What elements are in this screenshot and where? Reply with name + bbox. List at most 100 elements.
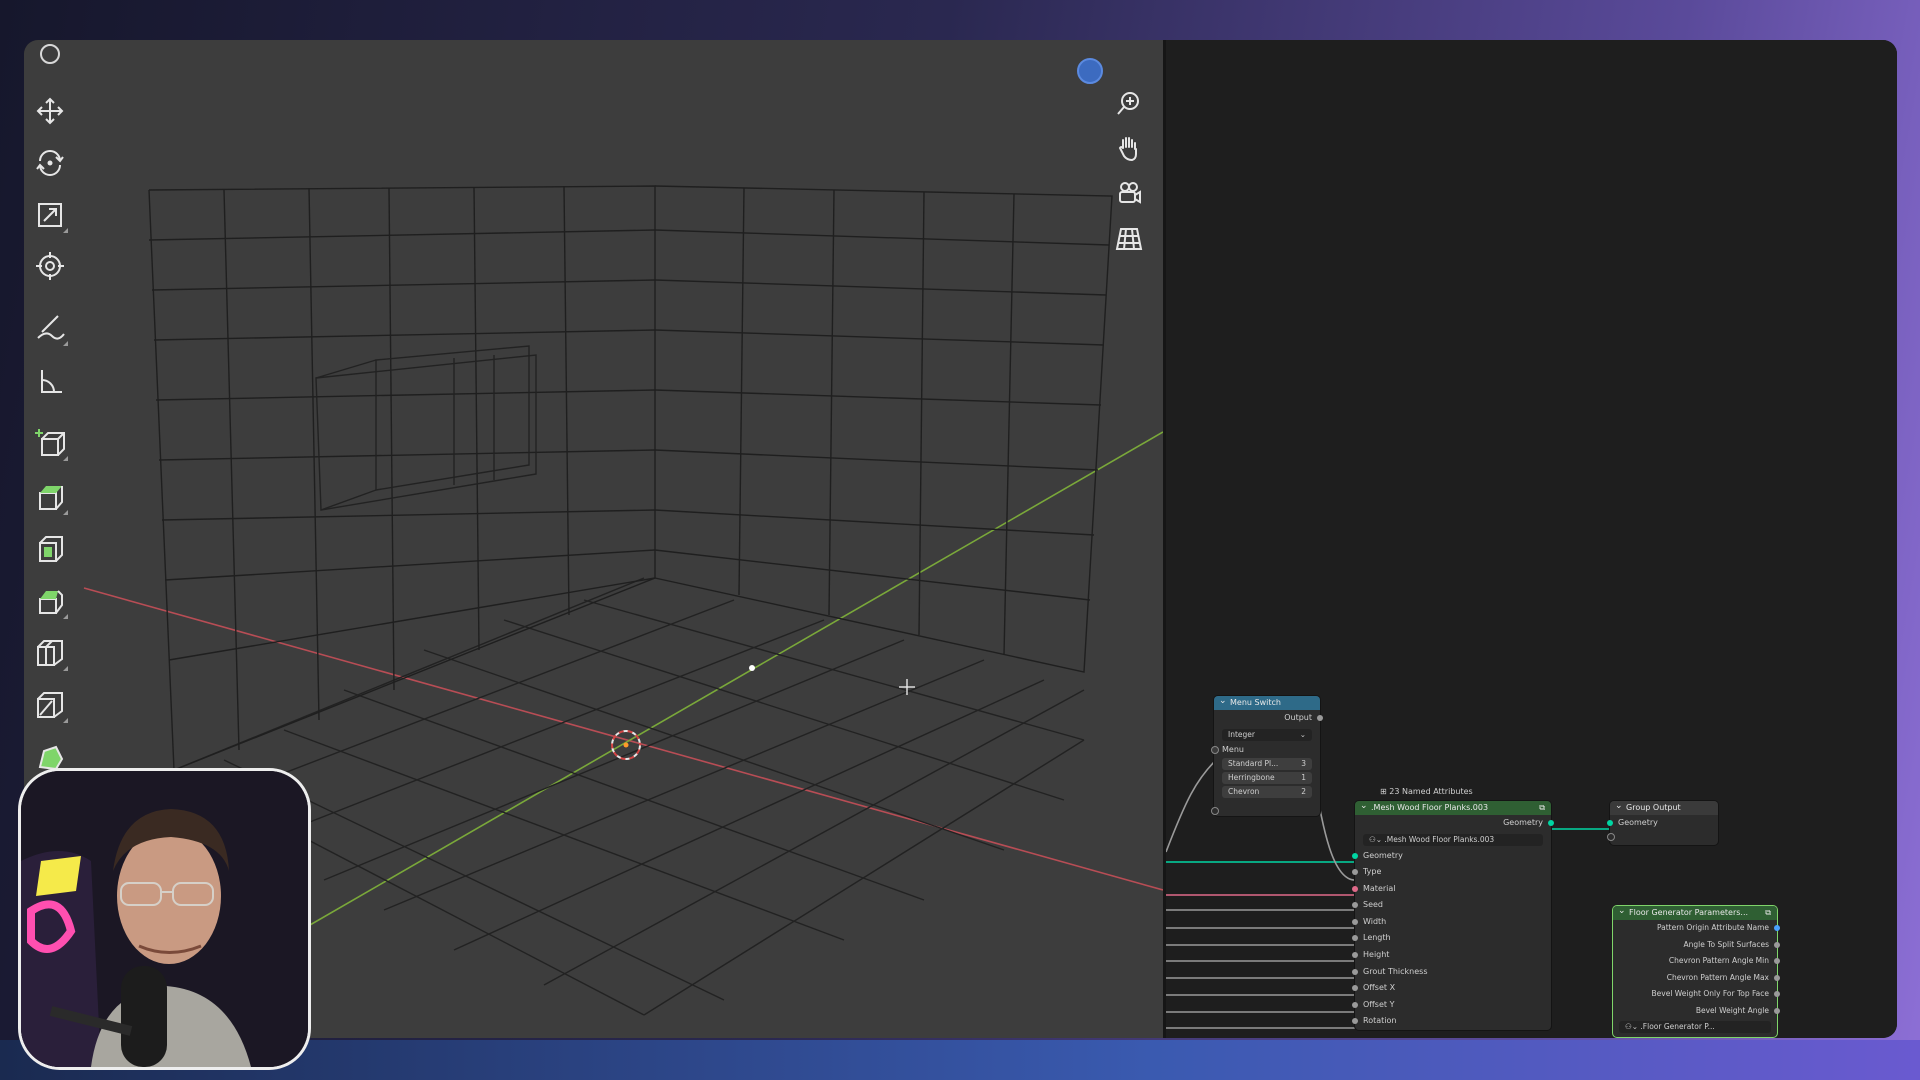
geometry-output-socket[interactable] bbox=[1548, 820, 1554, 826]
node-header[interactable]: Floor Generator Parameters... ⧉ bbox=[1613, 904, 1777, 920]
menu-switch-node[interactable]: Menu Switch Output Integer ⌄ Menu Standa… bbox=[1211, 694, 1323, 816]
parameter-output-socket[interactable] bbox=[1774, 958, 1780, 964]
rotate-tool[interactable] bbox=[30, 143, 70, 183]
parameter-output-list: Pattern Origin Attribute Name Angle To Sp… bbox=[1613, 920, 1780, 1020]
add-cube-tool[interactable] bbox=[30, 423, 70, 463]
bevel-tool[interactable] bbox=[30, 581, 70, 621]
menu-item-value: 2 bbox=[1301, 786, 1306, 796]
node-header[interactable]: .Mesh Wood Floor Planks.003 ⧉ bbox=[1355, 799, 1551, 815]
inset-tool[interactable] bbox=[30, 529, 70, 569]
input-label: Length bbox=[1363, 933, 1391, 943]
scale-tool[interactable] bbox=[30, 195, 70, 235]
parameter-output-socket[interactable] bbox=[1774, 1007, 1780, 1014]
geometry-node-editor[interactable]: Menu Switch Output Integer ⌄ Menu Standa… bbox=[1166, 40, 1897, 1038]
move-tool[interactable] bbox=[30, 91, 70, 131]
geometry-input-socket[interactable] bbox=[1607, 820, 1613, 826]
node-group-selector[interactable]: ⚇⌄ .Mesh Wood Floor Planks.003 bbox=[1363, 833, 1543, 846]
select-tool[interactable] bbox=[30, 40, 70, 80]
node-input-row: Geometry bbox=[1352, 848, 1551, 865]
input-label: Seed bbox=[1363, 900, 1383, 910]
perspective-toggle[interactable] bbox=[1110, 220, 1148, 258]
node-tree-icon: ⚇⌄ bbox=[1625, 1022, 1639, 1031]
zoom-icon bbox=[1117, 92, 1139, 115]
empty-socket[interactable] bbox=[1211, 806, 1219, 815]
menu-items-list: Standard Pl... 3 Herringbone 1 Chevron 2 bbox=[1214, 757, 1320, 804]
node-title: .Mesh Wood Floor Planks.003 bbox=[1371, 803, 1489, 812]
input-socket[interactable] bbox=[1352, 1001, 1358, 1008]
input-socket[interactable] bbox=[1352, 985, 1358, 992]
input-label: Geometry bbox=[1363, 850, 1403, 860]
named-attributes-label[interactable]: ⊞ 23 Named Attributes bbox=[1380, 787, 1473, 796]
parameter-output-row: Pattern Origin Attribute Name bbox=[1613, 920, 1780, 937]
input-socket[interactable] bbox=[1352, 968, 1358, 975]
menu-input-row: Menu bbox=[1211, 743, 1320, 756]
measure-tool[interactable] bbox=[30, 362, 70, 402]
add-cube-icon bbox=[35, 429, 65, 456]
extrude-tool[interactable] bbox=[30, 477, 70, 517]
type-dropdown[interactable]: Integer ⌄ bbox=[1222, 728, 1312, 741]
transform-tool[interactable] bbox=[30, 246, 70, 286]
menu-item-field[interactable]: Standard Pl... 3 bbox=[1222, 757, 1312, 770]
tool-submenu-indicator bbox=[63, 510, 68, 515]
input-socket[interactable] bbox=[1352, 918, 1358, 925]
output-socket-label: Output bbox=[1214, 710, 1323, 727]
output-socket[interactable] bbox=[1317, 715, 1323, 721]
parameter-output-socket[interactable] bbox=[1774, 991, 1780, 997]
input-socket[interactable] bbox=[1352, 935, 1358, 942]
parameter-output-socket[interactable] bbox=[1774, 925, 1780, 931]
annotate-tool[interactable] bbox=[30, 308, 70, 348]
parameter-output-socket[interactable] bbox=[1774, 941, 1780, 948]
menu-item-value: 3 bbox=[1301, 758, 1306, 768]
tool-submenu-indicator bbox=[63, 228, 68, 233]
input-label: Type bbox=[1363, 867, 1382, 877]
node-input-row: Length bbox=[1352, 930, 1551, 947]
node-header[interactable]: Menu Switch bbox=[1214, 694, 1320, 710]
node-header[interactable]: Group Output bbox=[1610, 799, 1718, 815]
menu-item-label: Herringbone bbox=[1228, 772, 1275, 782]
input-socket[interactable] bbox=[1352, 902, 1358, 909]
knife-tool[interactable] bbox=[30, 685, 70, 725]
loop-cut-tool[interactable] bbox=[30, 633, 70, 673]
node-input-row: Type bbox=[1352, 864, 1551, 881]
menu-socket[interactable] bbox=[1211, 745, 1219, 754]
parameter-output-row: Bevel Weight Angle bbox=[1613, 1003, 1780, 1020]
extrude-icon bbox=[39, 486, 63, 510]
input-socket[interactable] bbox=[1352, 952, 1358, 959]
menu-item-field[interactable]: Chevron 2 bbox=[1222, 785, 1312, 798]
floor-parameters-node[interactable]: Floor Generator Parameters... ⧉ Pattern … bbox=[1613, 904, 1780, 1037]
loop-cut-icon bbox=[37, 640, 63, 666]
origin-point bbox=[749, 665, 755, 671]
wall-grid bbox=[148, 185, 1113, 772]
zoom-button[interactable] bbox=[1110, 84, 1148, 122]
measure-icon bbox=[41, 370, 62, 393]
camera-view-button[interactable] bbox=[1110, 174, 1148, 212]
annotate-icon bbox=[37, 315, 65, 340]
node-group-icon: ⧉ bbox=[1539, 803, 1545, 812]
empty-socket[interactable] bbox=[1607, 832, 1615, 841]
output-label: Output bbox=[1284, 713, 1312, 722]
move-icon bbox=[36, 97, 64, 125]
extra-socket-row bbox=[1211, 804, 1320, 816]
input-socket[interactable] bbox=[1352, 852, 1358, 859]
input-socket[interactable] bbox=[1352, 1018, 1358, 1025]
node-input-row: Grout Thickness bbox=[1352, 964, 1551, 981]
view-axis-dot[interactable] bbox=[1077, 58, 1103, 84]
parameter-output-label: Chevron Pattern Angle Min bbox=[1668, 956, 1769, 965]
geometry-input-row: Geometry bbox=[1607, 815, 1718, 832]
parameter-output-socket[interactable] bbox=[1774, 974, 1780, 981]
menu-item-field[interactable]: Herringbone 1 bbox=[1222, 771, 1312, 784]
tool-shelf bbox=[24, 40, 84, 800]
group-output-node[interactable]: Group Output Geometry bbox=[1607, 799, 1718, 845]
input-socket[interactable] bbox=[1352, 885, 1358, 892]
node-group-name: .Floor Generator P... bbox=[1640, 1022, 1715, 1031]
mesh-floor-group-node[interactable]: .Mesh Wood Floor Planks.003 ⧉ Geometry ⚇… bbox=[1352, 799, 1554, 1031]
tool-submenu-indicator bbox=[63, 718, 68, 723]
input-socket[interactable] bbox=[1352, 869, 1358, 876]
input-label: Grout Thickness bbox=[1363, 966, 1428, 976]
parameter-output-row: Chevron Pattern Angle Min bbox=[1613, 953, 1780, 970]
node-tree-icon: ⚇⌄ bbox=[1369, 834, 1383, 844]
tool-submenu-indicator bbox=[63, 456, 68, 461]
pan-button[interactable] bbox=[1110, 129, 1148, 167]
cursor-icon bbox=[40, 44, 60, 64]
node-group-selector[interactable]: ⚇⌄ .Floor Generator P... bbox=[1619, 1021, 1771, 1033]
